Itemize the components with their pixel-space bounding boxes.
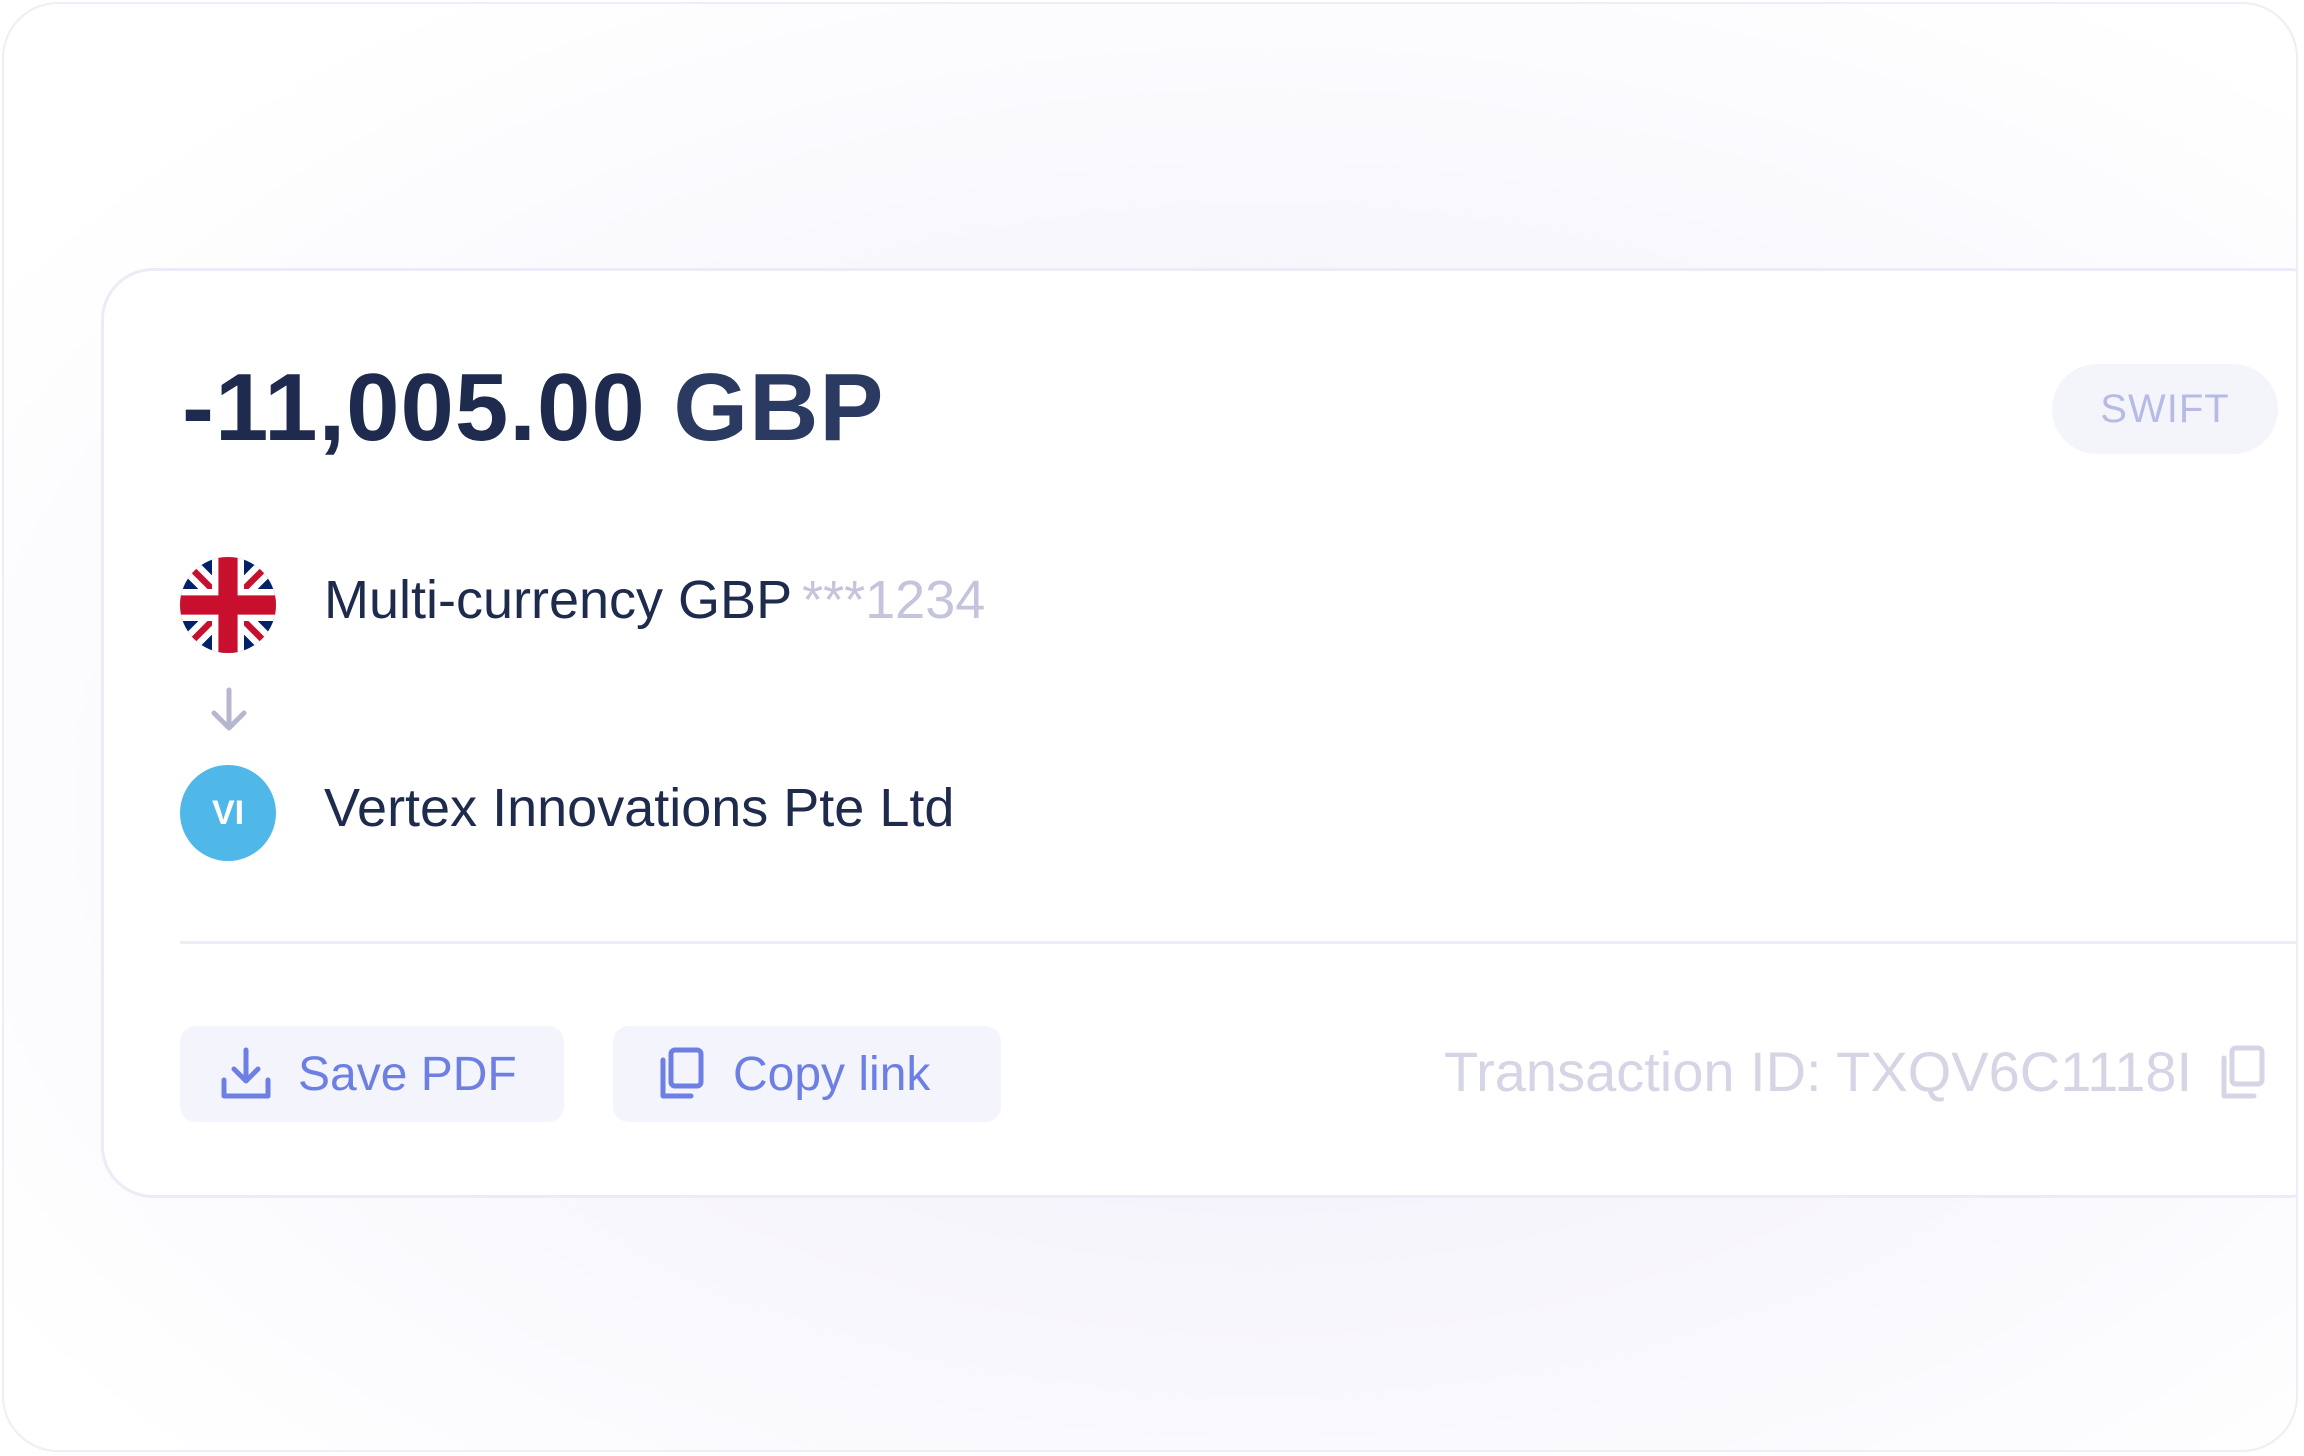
save-pdf-label: Save PDF [298, 1047, 517, 1101]
copy-link-button[interactable]: Copy link [613, 1026, 1001, 1122]
source-account: Multi-currency GBP ***1234 [324, 569, 985, 631]
amount-value: -11,005.00 [182, 354, 646, 461]
recipient-name: Vertex Innovations Pte Ltd [324, 778, 955, 838]
transaction-id-text: Transaction ID: TXQV6C1118I [1444, 1040, 2193, 1103]
uk-flag-icon [180, 557, 276, 653]
download-icon [221, 1047, 271, 1099]
payment-method-badge: SWIFT [2052, 364, 2278, 454]
source-account-name: Multi-currency GBP [324, 570, 793, 630]
save-pdf-button[interactable]: Save PDF [180, 1026, 564, 1122]
transaction-card: -11,005.00 GBP SWIFT Multi-currency GBP *… [101, 268, 2296, 1198]
amount-currency: GBP [673, 354, 885, 461]
arrow-down-icon [211, 687, 247, 731]
divider [180, 941, 2296, 944]
transaction-amount: -11,005.00 GBP [182, 353, 884, 463]
copy-icon [660, 1047, 704, 1099]
copy-transaction-id-icon[interactable] [2216, 1044, 2268, 1100]
transaction-id: Transaction ID: TXQV6C1118I [1444, 1039, 2268, 1104]
background-frame: -11,005.00 GBP SWIFT Multi-currency GBP *… [2, 2, 2298, 1452]
source-account-number: ***1234 [802, 570, 986, 630]
recipient-avatar: VI [180, 765, 276, 861]
copy-link-label: Copy link [733, 1047, 931, 1101]
